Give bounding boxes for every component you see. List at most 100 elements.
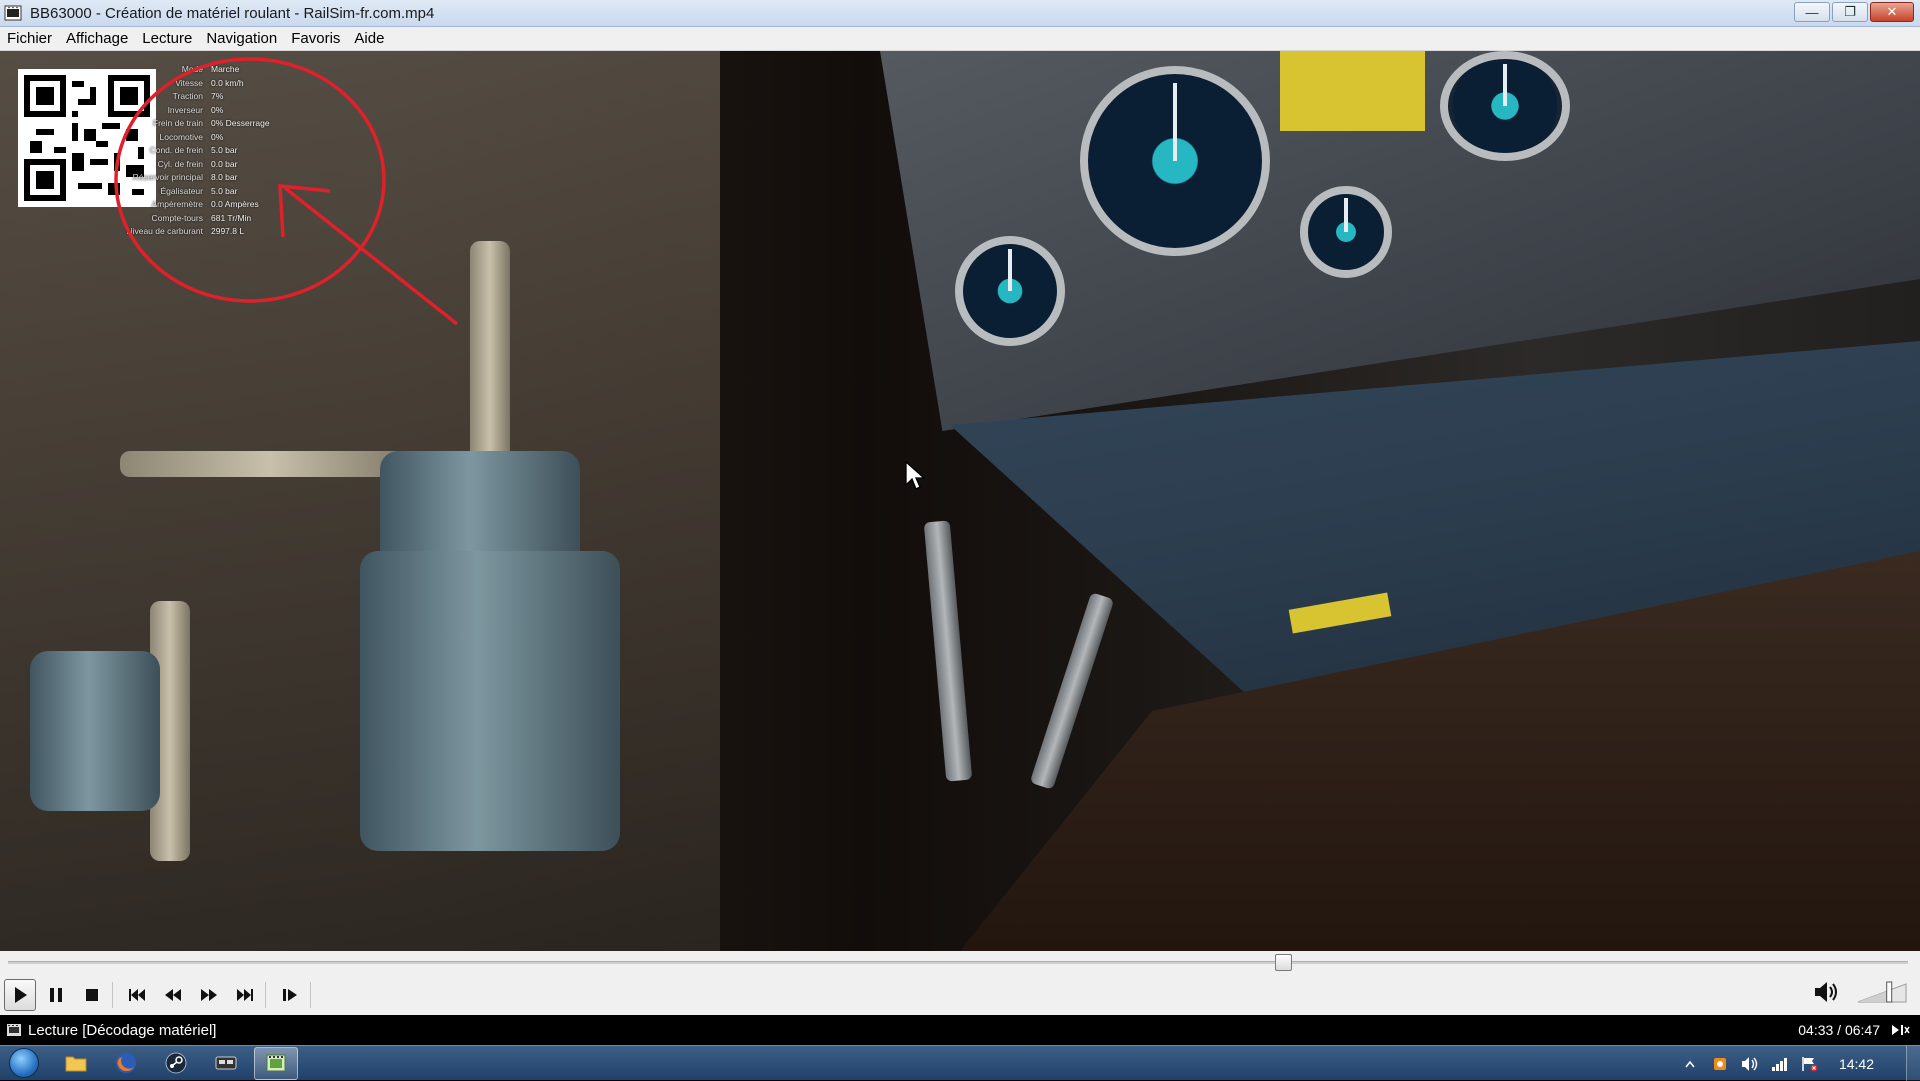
menu-bar: Fichier Affichage Lecture Navigation Fav… [0, 27, 1920, 51]
pressure-gauge-small [955, 236, 1065, 346]
taskbar: 14:42 [0, 1045, 1920, 1081]
hud-label: Égalisateur [160, 185, 203, 196]
film-icon [7, 1024, 21, 1036]
folder-icon [65, 1056, 87, 1072]
valve-left [30, 651, 160, 811]
compressor-body [360, 551, 620, 851]
taskbar-explorer[interactable] [54, 1047, 98, 1080]
taskbar-train-sim[interactable] [204, 1047, 248, 1080]
volume-group [1812, 979, 1908, 1005]
pressure-gauge-mid [1300, 186, 1392, 278]
network-icon[interactable] [1771, 1055, 1789, 1073]
hud-value: 0% [211, 104, 224, 115]
frame-step-button[interactable] [274, 979, 306, 1011]
pause-button[interactable] [40, 979, 72, 1011]
seek-bar[interactable] [0, 951, 1920, 975]
menu-lecture[interactable]: Lecture [135, 27, 199, 51]
hud-value: 0% [211, 131, 224, 142]
volume-slider[interactable] [1856, 980, 1908, 1004]
frame-step-icon [283, 989, 297, 1001]
hud-value: 0.0 km/h [211, 77, 244, 88]
video-frame[interactable]: Mode Marche Vitesse 0.0 km/h Traction 7% Inver… [0, 51, 1920, 951]
menu-fichier[interactable]: Fichier [0, 27, 59, 51]
steam-icon [165, 1052, 187, 1074]
instrument-plate [1280, 51, 1425, 131]
firefox-icon [116, 1053, 136, 1073]
menu-navigation[interactable]: Navigation [199, 27, 284, 51]
separator [265, 982, 266, 1008]
hud-value: 681 Tr/Min [211, 212, 252, 223]
skip-next-icon [237, 989, 253, 1001]
hud-row: Ampèremètre 0.0 Ampères [108, 198, 318, 212]
seek-thumb[interactable] [1274, 954, 1292, 971]
hud-label: Inverseur [167, 104, 203, 115]
hud-row: Mode Marche [108, 63, 318, 77]
start-button[interactable] [0, 1046, 48, 1081]
previous-button[interactable] [121, 979, 153, 1011]
hud-label: Vitesse [175, 77, 203, 88]
hud-row: Inverseur 0% [108, 104, 318, 118]
throttle-lever [923, 520, 973, 782]
status-text: Lecture [Décodage matériel] [28, 1021, 217, 1039]
brake-lever [1029, 592, 1115, 790]
taskbar-steam[interactable] [154, 1047, 198, 1080]
hud-label: Compte-tours [151, 212, 204, 223]
taskbar-media-player[interactable] [254, 1046, 298, 1080]
hud-row: Cond. de frein 5.0 bar [108, 144, 318, 158]
hud-value: 5.0 bar [211, 185, 238, 196]
hud-label: Frein de train [152, 118, 203, 128]
pipe [120, 451, 420, 477]
window-controls: — ❐ ✕ [1794, 2, 1914, 22]
rewind-button[interactable] [157, 979, 189, 1011]
hud-row: Traction 7% [108, 90, 318, 104]
play-button[interactable] [4, 979, 36, 1011]
show-desktop-button[interactable] [1906, 1046, 1920, 1081]
hud-value: 5.0 bar [211, 145, 238, 155]
system-tray: 14:42 [1675, 1046, 1920, 1081]
minimize-button[interactable]: — [1794, 2, 1830, 22]
windows-logo-icon [9, 1048, 39, 1078]
menu-affichage[interactable]: Affichage [59, 27, 135, 51]
hud-label: Ampèremètre [151, 199, 204, 209]
separator [112, 982, 113, 1008]
stream-info-icon [1892, 1025, 1910, 1035]
mouse-cursor-icon [905, 461, 926, 490]
hud-row: Frein de train 0% Desserrage [108, 117, 318, 131]
taskbar-clock[interactable]: 14:42 [1839, 1056, 1874, 1072]
hud-value: 0.0 Ampères [211, 199, 259, 209]
volume-tray-icon[interactable] [1741, 1055, 1759, 1073]
speedometer [1440, 51, 1570, 161]
hud-value: 7% [211, 91, 224, 101]
hud-value: 0.0 bar [211, 158, 238, 169]
next-button[interactable] [229, 979, 261, 1011]
hud-value: 0% Desserrage [211, 118, 270, 128]
menu-aide[interactable]: Aide [347, 27, 391, 51]
window-title: BB63000 - Création de matériel roulant -… [30, 4, 435, 22]
train-simulator-icon [215, 1056, 237, 1070]
menu-favoris[interactable]: Favoris [284, 27, 347, 51]
hud-value: 2997.8 L [211, 226, 245, 236]
hud-row: Égalisateur 5.0 bar [108, 185, 318, 199]
hud-row: Cyl. de frein 0.0 bar [108, 158, 318, 172]
action-center-flag-icon[interactable] [1801, 1055, 1819, 1073]
taskbar-firefox[interactable] [104, 1047, 148, 1080]
hud-label: Cond. de frein [149, 145, 203, 155]
fast-forward-button[interactable] [193, 979, 225, 1011]
title-bar[interactable]: BB63000 - Création de matériel roulant -… [0, 0, 1920, 27]
hud-row: Niveau de carburant 2997.8 L [108, 225, 318, 239]
play-icon [15, 987, 27, 1003]
hud-label: Traction [172, 91, 203, 101]
stop-button[interactable] [76, 979, 108, 1011]
hud-row: Locomotive 0% [108, 131, 318, 145]
update-icon[interactable] [1711, 1055, 1729, 1073]
seek-track[interactable] [8, 961, 1908, 964]
maximize-button[interactable]: ❐ [1832, 2, 1868, 22]
close-button[interactable]: ✕ [1870, 2, 1914, 22]
skip-previous-icon [129, 989, 145, 1001]
simulator-hud: Mode Marche Vitesse 0.0 km/h Traction 7% Inver… [108, 63, 318, 239]
show-hidden-icons-icon[interactable] [1681, 1055, 1699, 1073]
separator [310, 982, 311, 1008]
app-icon[interactable] [4, 4, 22, 22]
speaker-icon[interactable] [1812, 979, 1842, 1005]
stop-icon [86, 989, 98, 1001]
